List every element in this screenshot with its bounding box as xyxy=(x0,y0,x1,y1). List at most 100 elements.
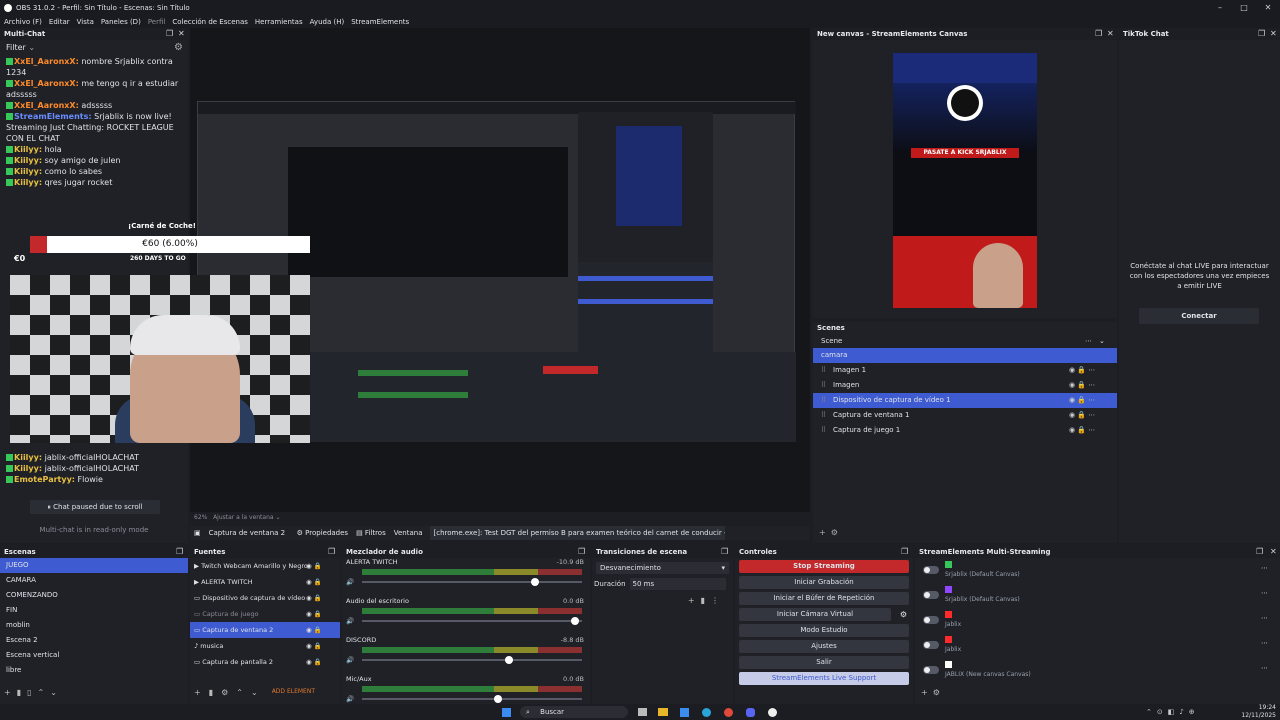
float-icon[interactable]: ❐ xyxy=(1095,28,1102,40)
float-icon[interactable]: ❐ xyxy=(176,546,183,558)
visibility-lock-icon[interactable]: ◉ 🔒 xyxy=(306,574,322,590)
se-live-support-button[interactable]: StreamElements Live Support xyxy=(739,672,909,685)
scene-item[interactable]: FIN xyxy=(0,603,188,618)
gear-icon[interactable]: ⚙ xyxy=(831,528,838,537)
source-item[interactable]: ▭ Captura de juego ◉ 🔒 xyxy=(190,606,340,622)
copy-icon[interactable]: ▯ xyxy=(27,688,37,697)
volume-knob[interactable] xyxy=(505,656,513,664)
scene-item[interactable]: CAMARA xyxy=(0,573,188,588)
float-icon[interactable]: ❐ xyxy=(901,546,908,558)
volume-slider[interactable] xyxy=(362,578,582,586)
menu-profile[interactable]: Perfil xyxy=(148,16,166,28)
add-icon[interactable]: + xyxy=(688,596,701,605)
multistream-destination[interactable]: Srjablix (Default Canvas) ⋯ xyxy=(915,583,1280,608)
chat-username[interactable]: Kiilyy: xyxy=(14,167,42,176)
close-dock-icon[interactable]: ✕ xyxy=(1270,546,1277,558)
multistream-destination[interactable]: Jablix ⋯ xyxy=(915,633,1280,658)
minimize-icon[interactable]: – xyxy=(1208,0,1232,16)
add-icon[interactable]: + xyxy=(4,688,17,697)
gear-icon[interactable]: ⚙ xyxy=(221,688,228,697)
gear-icon[interactable]: ⚙ xyxy=(174,40,183,56)
taskbar-search[interactable]: ⌕ Buscar xyxy=(520,706,628,718)
speaker-icon[interactable]: 🔊 xyxy=(346,695,354,703)
add-icon[interactable]: + xyxy=(819,528,826,537)
float-icon[interactable]: ❐ xyxy=(1256,546,1263,558)
file-explorer-icon[interactable] xyxy=(658,708,668,716)
canvas-source-item[interactable]: Imagen ◉ 🔒 ⋯ ⠿ xyxy=(813,378,1117,393)
more-icon[interactable]: ⋯ xyxy=(1261,639,1268,647)
visibility-lock-icon[interactable]: ◉ 🔒 xyxy=(306,638,322,654)
more-icon[interactable]: ⋯ xyxy=(1261,589,1268,597)
source-item[interactable]: ▶ ALERTA TWITCH ◉ 🔒 xyxy=(190,574,340,590)
volume-slider[interactable] xyxy=(362,656,582,664)
chat-username[interactable]: XxEl_AaronxX: xyxy=(14,101,79,110)
source-item[interactable]: ▶ Twitch Webcam Amarillo y Negro ◉ 🔒 xyxy=(190,558,340,574)
vertical-canvas-preview[interactable]: PASATE A KICK SRJABLIX xyxy=(893,53,1037,308)
close-dock-icon[interactable]: ✕ xyxy=(1270,28,1277,40)
transition-select[interactable]: Desvanecimiento ▾ xyxy=(596,562,729,574)
visibility-lock-icon[interactable]: ◉ 🔒 ⋯ xyxy=(1069,408,1095,423)
up-icon[interactable]: ⌃ xyxy=(236,688,243,697)
chat-username[interactable]: Kiilyy: xyxy=(14,178,42,187)
source-item[interactable]: ▭ Dispositivo de captura de vídeo ◉ 🔒 xyxy=(190,590,340,606)
canvas-source-item[interactable]: Captura de juego 1 ◉ 🔒 ⋯ ⠿ xyxy=(813,423,1117,438)
source-item[interactable]: ▭ Captura de pantalla 2 ◉ 🔒 xyxy=(190,654,340,670)
drag-handle-icon[interactable]: ⠿ xyxy=(821,363,826,378)
drag-handle-icon[interactable]: ⠿ xyxy=(821,423,826,438)
destination-toggle[interactable] xyxy=(923,616,939,624)
visibility-lock-icon[interactable]: ◉ 🔒 xyxy=(306,622,322,638)
more-icon[interactable]: ⋯ xyxy=(1261,564,1268,572)
scene-item[interactable]: Escena 2 xyxy=(0,633,188,648)
speaker-icon[interactable]: 🔊 xyxy=(346,578,354,586)
menu-streamelements[interactable]: StreamElements xyxy=(351,16,409,28)
gear-icon[interactable]: ⚙ xyxy=(933,688,940,697)
start-recording-button[interactable]: Iniciar Grabación xyxy=(739,576,909,589)
float-icon[interactable]: ❐ xyxy=(721,546,728,558)
edge-icon[interactable] xyxy=(702,708,711,717)
volume-knob[interactable] xyxy=(571,617,579,625)
destination-toggle[interactable] xyxy=(923,641,939,649)
source-item[interactable]: ▭ Captura de ventana 2 ◉ 🔒 xyxy=(190,622,340,638)
add-element-button[interactable]: ADD ELEMENT xyxy=(272,688,315,697)
trash-icon[interactable]: ▮ xyxy=(209,688,213,697)
visibility-lock-icon[interactable]: ◉ 🔒 ⋯ xyxy=(1069,378,1095,393)
chat-paused-banner[interactable]: ⏸ Chat paused due to scroll xyxy=(30,500,160,514)
add-icon[interactable]: + xyxy=(194,688,201,697)
menu-view[interactable]: Vista xyxy=(77,16,94,28)
menu-help[interactable]: Ayuda (H) xyxy=(310,16,345,28)
settings-button[interactable]: Ajustes xyxy=(739,640,909,653)
float-icon[interactable]: ❐ xyxy=(328,546,335,558)
drag-handle-icon[interactable]: ⠿ xyxy=(821,378,826,393)
scene-item[interactable]: moblin xyxy=(0,618,188,633)
multistream-destination[interactable]: Jablix ⋯ xyxy=(915,608,1280,633)
chrome-icon[interactable] xyxy=(724,708,733,717)
canvas-source-item[interactable]: Captura de ventana 1 ◉ 🔒 ⋯ ⠿ xyxy=(813,408,1117,423)
visibility-lock-icon[interactable]: ◉ 🔒 ⋯ xyxy=(1069,363,1095,378)
trash-icon[interactable]: ▮ xyxy=(17,688,27,697)
destination-toggle[interactable] xyxy=(923,666,939,674)
chat-username[interactable]: StreamElements: xyxy=(14,112,92,121)
chat-username[interactable]: Kiilyy: xyxy=(14,453,42,462)
more-icon[interactable]: ⋮ xyxy=(711,596,725,605)
more-icon[interactable]: ⋯ xyxy=(1261,614,1268,622)
close-icon[interactable]: ✕ xyxy=(1256,0,1280,16)
destination-toggle[interactable] xyxy=(923,591,939,599)
canvas-scene-item[interactable]: camara xyxy=(813,348,1117,363)
discord-icon[interactable] xyxy=(746,708,755,717)
destination-toggle[interactable] xyxy=(923,566,939,574)
speaker-icon[interactable]: 🔊 xyxy=(346,617,354,625)
float-icon[interactable]: ❐ xyxy=(1258,28,1265,40)
down-icon[interactable]: ⌄ xyxy=(50,688,63,697)
multistream-destination[interactable]: Srjablix (Default Canvas) ⋯ xyxy=(915,558,1280,583)
filters-button[interactable]: ▤ Filtros xyxy=(356,526,386,540)
close-dock-icon[interactable]: ✕ xyxy=(178,28,185,40)
visibility-lock-icon[interactable]: ◉ 🔒 xyxy=(306,606,322,622)
tiktok-connect-button[interactable]: Conectar xyxy=(1139,308,1259,324)
volume-slider[interactable] xyxy=(362,695,582,703)
menu-scene-collection[interactable]: Colección de Escenas xyxy=(172,16,248,28)
task-view-icon[interactable] xyxy=(638,708,647,716)
down-icon[interactable]: ⌄ xyxy=(251,688,258,697)
more-icon[interactable]: ⋯ xyxy=(1261,664,1268,672)
chat-filter-dropdown[interactable]: Filter xyxy=(6,43,26,52)
canvas-scene-header[interactable]: Scene ⋯ ⌄ xyxy=(813,334,1117,348)
